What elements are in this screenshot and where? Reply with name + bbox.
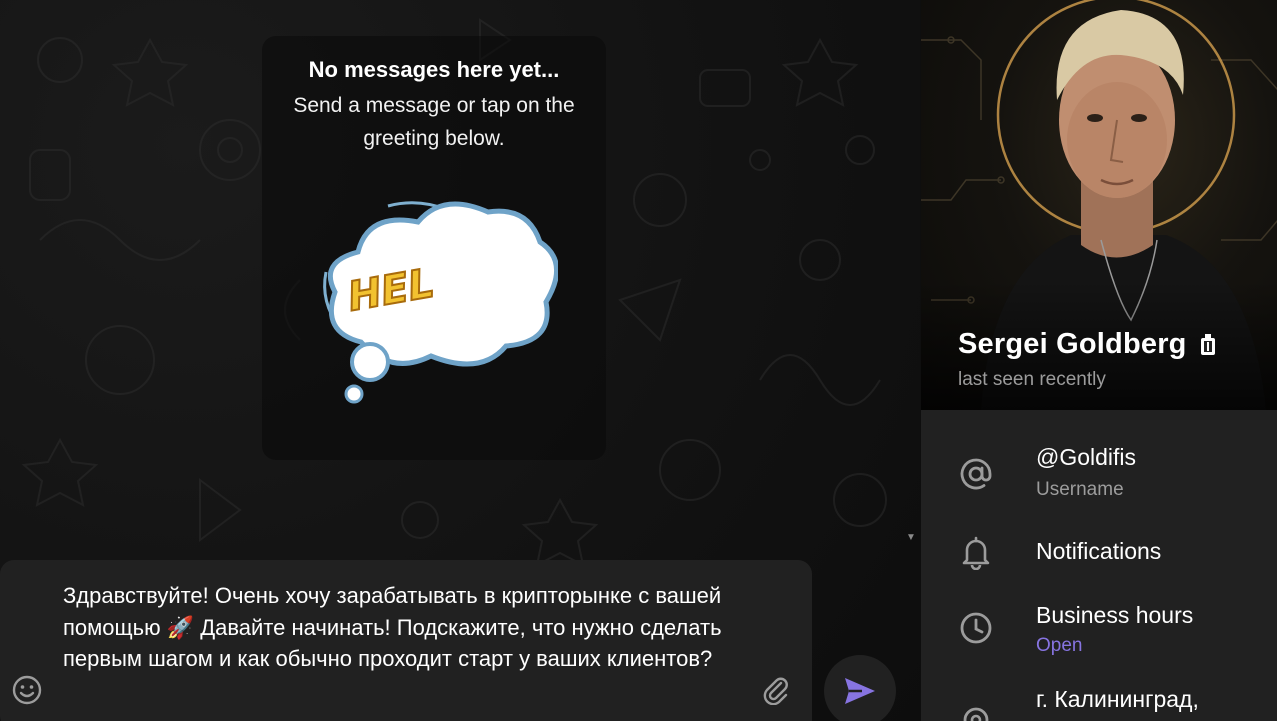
attach-button[interactable]: [758, 672, 794, 708]
scroll-down-arrow-icon[interactable]: ▼: [906, 532, 916, 544]
greeting-sticker[interactable]: HEL: [318, 192, 558, 412]
bell-icon: [956, 532, 996, 572]
location-row[interactable]: г. Калининград,: [921, 684, 1277, 721]
empty-chat-title: No messages here yet...: [308, 57, 560, 82]
location-icon: [956, 704, 996, 721]
business-hours-label: Business hours: [1036, 602, 1194, 628]
profile-panel: Sergei Goldberg last seen recently @Gold…: [920, 0, 1277, 721]
business-hours-status: Open: [1036, 635, 1083, 656]
location-value: г. Калининград,: [1036, 686, 1199, 712]
chat-area: No messages here yet... Send a message o…: [0, 0, 920, 721]
username-row[interactable]: @Goldifis Username: [921, 440, 1277, 510]
send-icon: [845, 678, 875, 704]
smile-icon: [12, 675, 42, 705]
send-button[interactable]: [824, 655, 896, 721]
message-input[interactable]: Здравствуйте! Очень хочу зарабатывать в …: [63, 580, 773, 675]
username-value: @Goldifis: [1036, 444, 1137, 470]
at-icon: [956, 454, 996, 494]
premium-badge-icon[interactable]: [1199, 333, 1217, 356]
profile-status: last seen recently: [958, 369, 1106, 390]
profile-name: Sergei Goldberg: [958, 328, 1217, 361]
notifications-row[interactable]: Notifications: [921, 528, 1277, 578]
username-label: Username: [1036, 479, 1124, 500]
emoji-button[interactable]: [9, 672, 45, 708]
notifications-label: Notifications: [1036, 538, 1162, 564]
empty-chat-subtitle: Send a message or tap on the greeting be…: [293, 94, 575, 150]
business-hours-row[interactable]: Business hours Open: [921, 598, 1277, 668]
profile-name-text: Sergei Goldberg: [958, 328, 1187, 360]
paperclip-icon: [763, 677, 788, 705]
clock-icon: [956, 608, 996, 648]
